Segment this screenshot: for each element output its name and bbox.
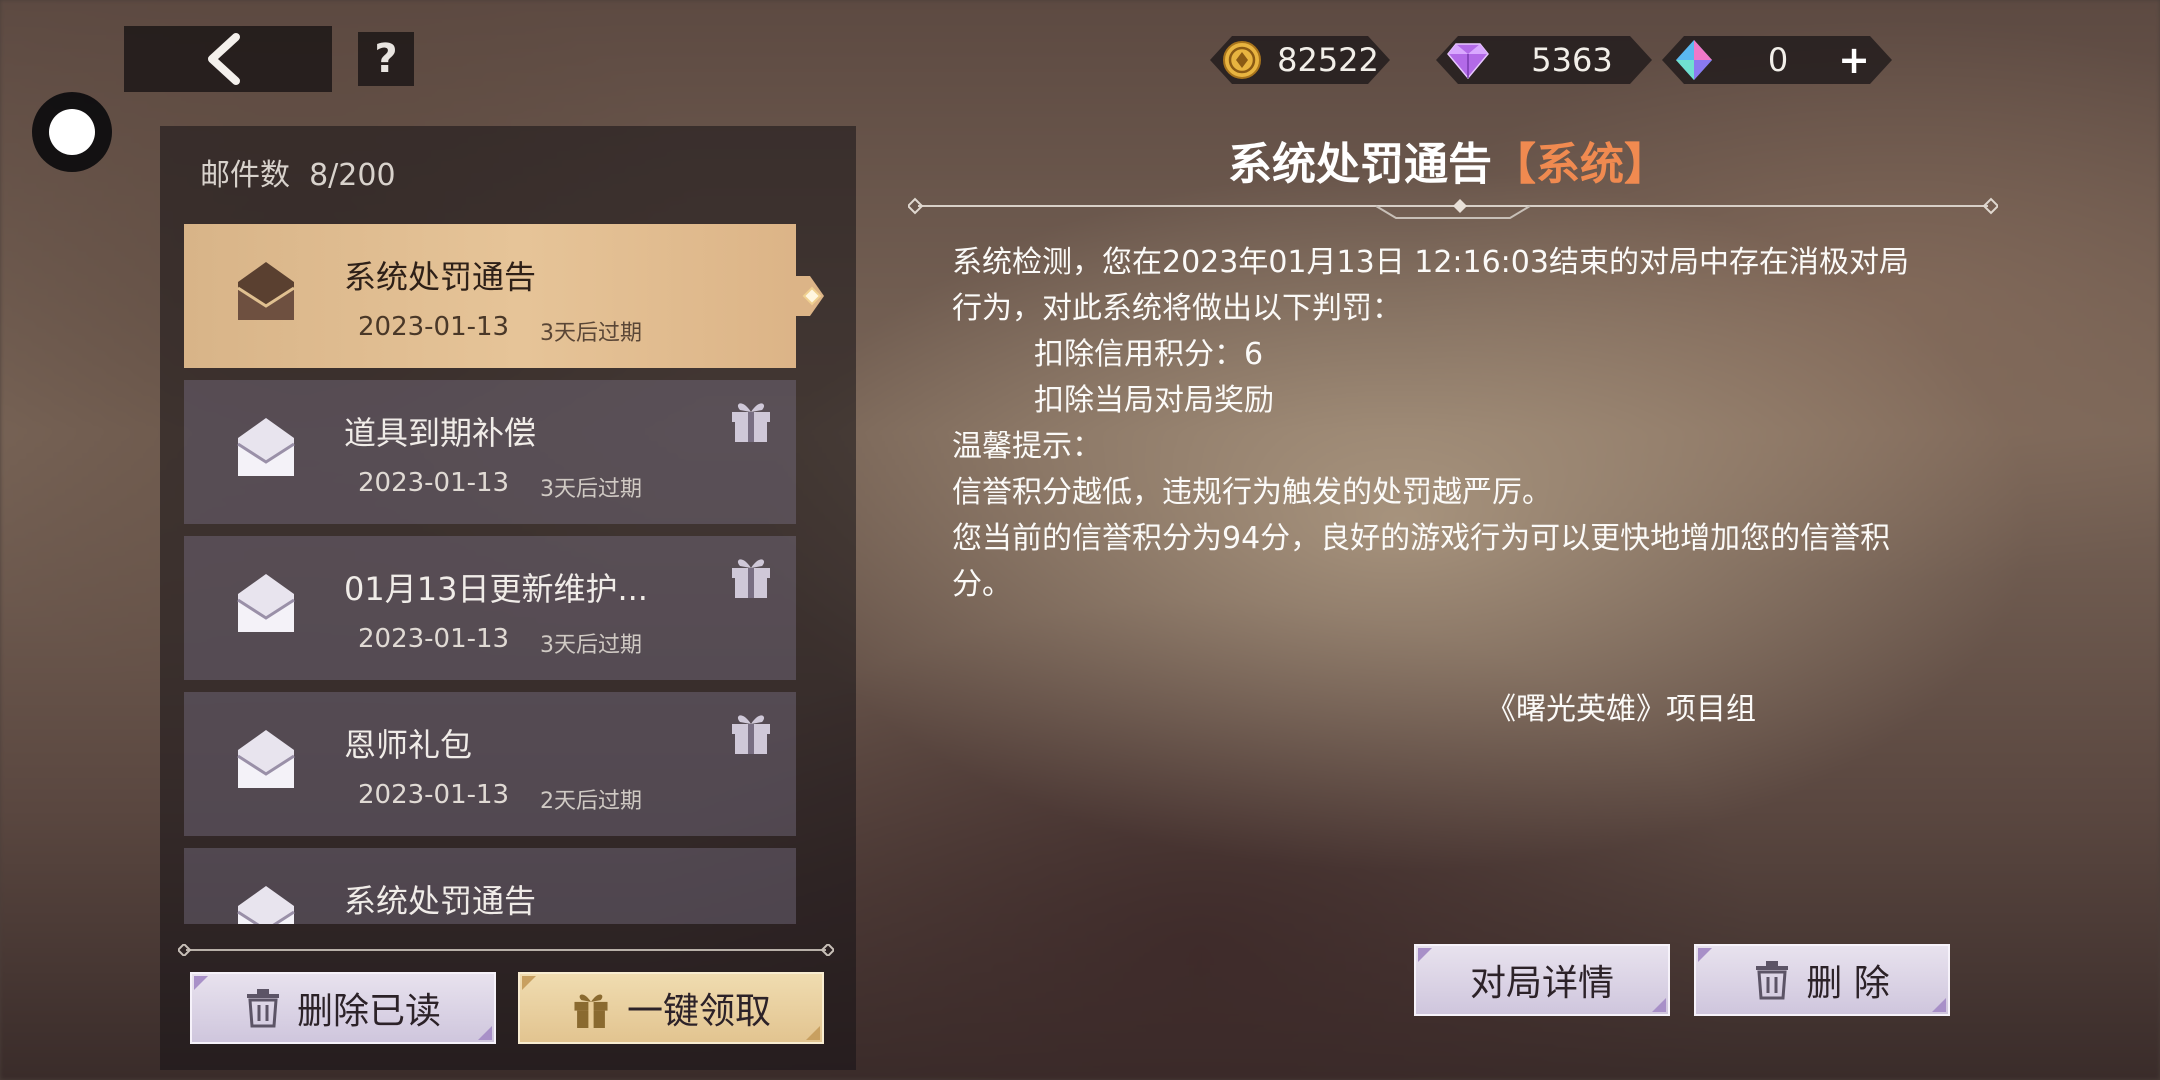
- gold-coin-icon: [1218, 36, 1266, 84]
- delete-button[interactable]: 删 除: [1694, 944, 1950, 1016]
- open-envelope-icon: [237, 574, 295, 632]
- penalty-line: 扣除当局对局奖励: [1034, 383, 1274, 418]
- mail-item-expire: 3天后过期: [540, 633, 642, 658]
- crystal-icon: [1670, 36, 1718, 84]
- mail-list[interactable]: 系统处罚通告 2023-01-13 3天后过期 道具到期补偿 2023-01-1…: [184, 224, 856, 924]
- match-detail-label: 对局详情: [1469, 963, 1614, 1004]
- mail-item-title: 系统处罚通告: [344, 258, 537, 296]
- tip-label: 温馨提示：: [952, 429, 1102, 464]
- floating-assistive-button[interactable]: [32, 92, 112, 172]
- mail-item-date: 2023-01-13: [358, 624, 510, 654]
- tip-line: 您当前的信誉积分为94分，良好的游戏行为可以更快地增加您的信誉积: [952, 521, 1891, 556]
- trash-icon: [1756, 961, 1789, 1000]
- mail-signature: 《曙光英雄》项目组: [1486, 692, 1756, 727]
- currency-crystal: 0 +: [1662, 36, 1892, 84]
- gift-icon: [732, 403, 770, 442]
- mail-item[interactable]: 01月13日更新维护... 2023-01-13 3天后过期: [184, 536, 796, 680]
- gold-amount: 82522: [1277, 41, 1379, 79]
- gift-icon: [732, 715, 770, 754]
- claim-all-label: 一键领取: [626, 991, 771, 1032]
- open-envelope-icon: [237, 262, 295, 320]
- tip-line: 分。: [952, 567, 1012, 602]
- mailbox-panel: 邮件数 8/200 系统处罚通告 2023-01-13 3天后过期 道具到期补偿…: [160, 126, 856, 1070]
- mail-item[interactable]: 恩师礼包 2023-01-13 2天后过期: [184, 692, 796, 836]
- title-divider: [908, 197, 1998, 219]
- mail-item-date: 2023-01-13: [358, 468, 510, 498]
- chevron-left-icon: [208, 33, 240, 85]
- mail-item-date: 2023-01-13: [358, 780, 510, 810]
- currency-gold: 82522: [1210, 36, 1390, 84]
- claim-all-button[interactable]: 一键领取: [518, 972, 824, 1044]
- mail-count: 邮件数 8/200: [200, 150, 396, 194]
- diamond-amount: 5363: [1531, 41, 1613, 79]
- mail-detail-header: 系统处罚通告【系统】: [1228, 128, 1668, 192]
- mail-count-label: 邮件数: [200, 158, 290, 193]
- help-button[interactable]: ?: [358, 32, 414, 86]
- mail-item-date: 2023-01-13: [358, 312, 510, 342]
- mail-item[interactable]: 系统处罚通告: [184, 848, 796, 924]
- trash-icon: [246, 989, 279, 1028]
- mail-item[interactable]: 道具到期补偿 2023-01-13 3天后过期: [184, 380, 796, 524]
- currency-diamond: 5363: [1436, 36, 1652, 84]
- open-envelope-icon: [237, 886, 295, 924]
- body-line: 系统检测，您在2023年01月13日 12:16:03结束的对局中存在消极对局: [952, 245, 1909, 280]
- mail-detail-tag: 【系统】: [1492, 139, 1668, 190]
- body-line: 行为，对此系统将做出以下判罚：: [952, 291, 1402, 326]
- mail-item-selected[interactable]: 系统处罚通告 2023-01-13 3天后过期: [184, 224, 824, 368]
- mail-count-value: 8/200: [309, 158, 396, 193]
- mail-detail-title: 系统处罚通告: [1228, 139, 1492, 190]
- mail-item-title: 系统处罚通告: [344, 882, 537, 920]
- open-envelope-icon: [237, 730, 295, 788]
- open-envelope-icon: [237, 418, 295, 476]
- mail-detail-body: 系统检测，您在2023年01月13日 12:16:03结束的对局中存在消极对局 …: [952, 240, 1972, 608]
- delete-label: 删 除: [1806, 963, 1890, 1004]
- crystal-amount: 0: [1767, 41, 1789, 79]
- add-crystal-button[interactable]: +: [1838, 38, 1870, 82]
- gift-icon: [574, 994, 608, 1028]
- mail-item-title: 01月13日更新维护...: [344, 570, 648, 608]
- penalty-line: 扣除信用积分：6: [1034, 337, 1264, 372]
- purple-diamond-icon: [1444, 36, 1492, 84]
- delete-read-button[interactable]: 删除已读: [190, 972, 496, 1044]
- mail-item-expire: 2天后过期: [540, 789, 642, 814]
- match-detail-button[interactable]: 对局详情: [1414, 944, 1670, 1016]
- mail-item-title: 道具到期补偿: [344, 414, 537, 452]
- list-divider: [178, 944, 834, 956]
- delete-read-label: 删除已读: [296, 991, 441, 1032]
- mail-item-expire: 3天后过期: [540, 321, 642, 346]
- mail-item-expire: 3天后过期: [540, 477, 642, 502]
- mail-item-title: 恩师礼包: [344, 726, 473, 764]
- back-button[interactable]: [124, 26, 332, 92]
- gift-icon: [732, 559, 770, 598]
- tip-line: 信誉积分越低，违规行为触发的处罚越严厉。: [952, 475, 1552, 510]
- selected-indicator-icon: [796, 276, 824, 316]
